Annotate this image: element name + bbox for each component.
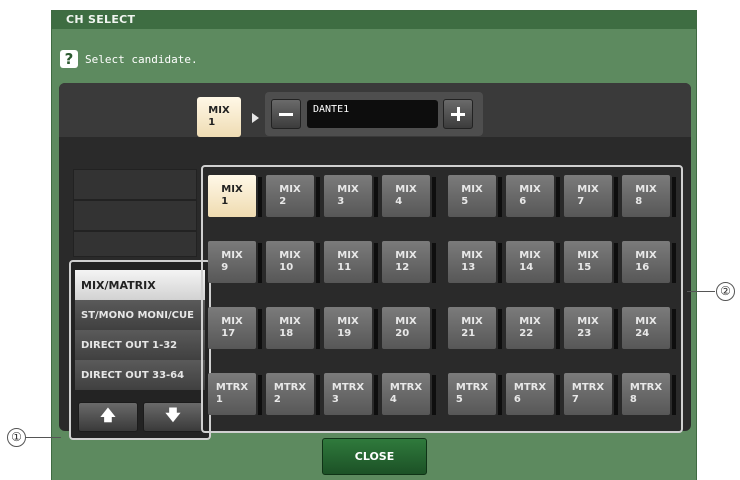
arrow-right-icon — [252, 113, 259, 123]
question-icon: ? — [60, 50, 78, 68]
channel-key-mix-10[interactable]: MIX 10 — [266, 241, 320, 283]
channel-key-mix-19[interactable]: MIX 19 — [324, 307, 378, 349]
category-list-area: MIX/MATRIX ST/MONO MONI/CUE DIRECT OUT 1… — [69, 169, 211, 440]
channel-key-mix-1[interactable]: MIX 1 — [208, 175, 262, 217]
channel-key-mtrx-3[interactable]: MTRX 3 — [324, 373, 378, 415]
category-direct-out-1-32[interactable]: DIRECT OUT 1-32 — [75, 330, 205, 360]
channel-key-mix-17[interactable]: MIX 17 — [208, 307, 262, 349]
category-direct-out-33-64[interactable]: DIRECT OUT 33-64 — [75, 360, 205, 390]
close-button[interactable]: CLOSE — [322, 438, 427, 475]
category-mix-matrix[interactable]: MIX/MATRIX — [75, 270, 205, 300]
next-channel-button[interactable] — [443, 99, 473, 129]
ch-select-window: CH SELECT ? Select candidate. MIX 1 DANT… — [51, 10, 697, 480]
category-list: MIX/MATRIX ST/MONO MONI/CUE DIRECT OUT 1… — [69, 260, 211, 440]
channel-grid: MIX 1 MIX 2 MIX 3 MIX 4 MIX 5 MIX 6 MIX 7 MIX 8… — [201, 165, 683, 433]
channel-key-mix-23[interactable]: MIX 23 — [564, 307, 618, 349]
category-st-mono-moni-cue[interactable]: ST/MONO MONI/CUE — [75, 300, 205, 330]
channel-name-field[interactable]: DANTE1 — [307, 100, 438, 128]
minus-icon — [279, 112, 293, 116]
channel-key-mix-15[interactable]: MIX 15 — [564, 241, 618, 283]
channel-key-mix-13[interactable]: MIX 13 — [448, 241, 502, 283]
channel-key-mix-7[interactable]: MIX 7 — [564, 175, 618, 217]
channel-key-mtrx-8[interactable]: MTRX 8 — [622, 373, 676, 415]
channel-key-mix-6[interactable]: MIX 6 — [506, 175, 560, 217]
channel-key-mix-9[interactable]: MIX 9 — [208, 241, 262, 283]
plus-icon-vertical — [456, 107, 460, 121]
channel-key-mix-11[interactable]: MIX 11 — [324, 241, 378, 283]
current-channel-key[interactable]: MIX 1 — [197, 97, 241, 137]
channel-key-mix-21[interactable]: MIX 21 — [448, 307, 502, 349]
channel-key-mix-8[interactable]: MIX 8 — [622, 175, 676, 217]
channel-key-mix-18[interactable]: MIX 18 — [266, 307, 320, 349]
previous-channel-button[interactable] — [271, 99, 301, 129]
channel-key-mtrx-5[interactable]: MTRX 5 — [448, 373, 502, 415]
channel-key-mix-12[interactable]: MIX 12 — [382, 241, 436, 283]
channel-key-mix-4[interactable]: MIX 4 — [382, 175, 436, 217]
channel-key-mix-3[interactable]: MIX 3 — [324, 175, 378, 217]
channel-key-mix-5[interactable]: MIX 5 — [448, 175, 502, 217]
channel-key-mix-24[interactable]: MIX 24 — [622, 307, 676, 349]
channel-key-mix-20[interactable]: MIX 20 — [382, 307, 436, 349]
channel-key-mtrx-2[interactable]: MTRX 2 — [266, 373, 320, 415]
channel-key-mix-2[interactable]: MIX 2 — [266, 175, 320, 217]
window-title: CH SELECT — [52, 11, 696, 29]
callout-1: ① — [7, 428, 26, 447]
channel-key-mtrx-7[interactable]: MTRX 7 — [564, 373, 618, 415]
channel-key-mtrx-6[interactable]: MTRX 6 — [506, 373, 560, 415]
prompt-text: Select candidate. — [85, 52, 198, 66]
callout-2: ② — [716, 282, 735, 301]
channel-header: MIX 1 DANTE1 — [59, 83, 691, 137]
prompt: ? Select candidate. — [60, 49, 198, 69]
callout-leader-2 — [687, 291, 715, 292]
empty-category-slot — [73, 200, 197, 231]
scroll-up-button[interactable]: 🡅 — [78, 402, 138, 432]
empty-category-slot — [73, 231, 197, 257]
channel-key-mtrx-1[interactable]: MTRX 1 — [208, 373, 262, 415]
callout-leader-1 — [23, 437, 61, 438]
scroll-down-button[interactable]: 🡇 — [143, 402, 203, 432]
channel-key-mix-14[interactable]: MIX 14 — [506, 241, 560, 283]
channel-name-group: DANTE1 — [265, 92, 483, 136]
channel-key-mix-16[interactable]: MIX 16 — [622, 241, 676, 283]
empty-category-slot — [73, 169, 197, 200]
channel-key-mtrx-4[interactable]: MTRX 4 — [382, 373, 436, 415]
channel-key-mix-22[interactable]: MIX 22 — [506, 307, 560, 349]
